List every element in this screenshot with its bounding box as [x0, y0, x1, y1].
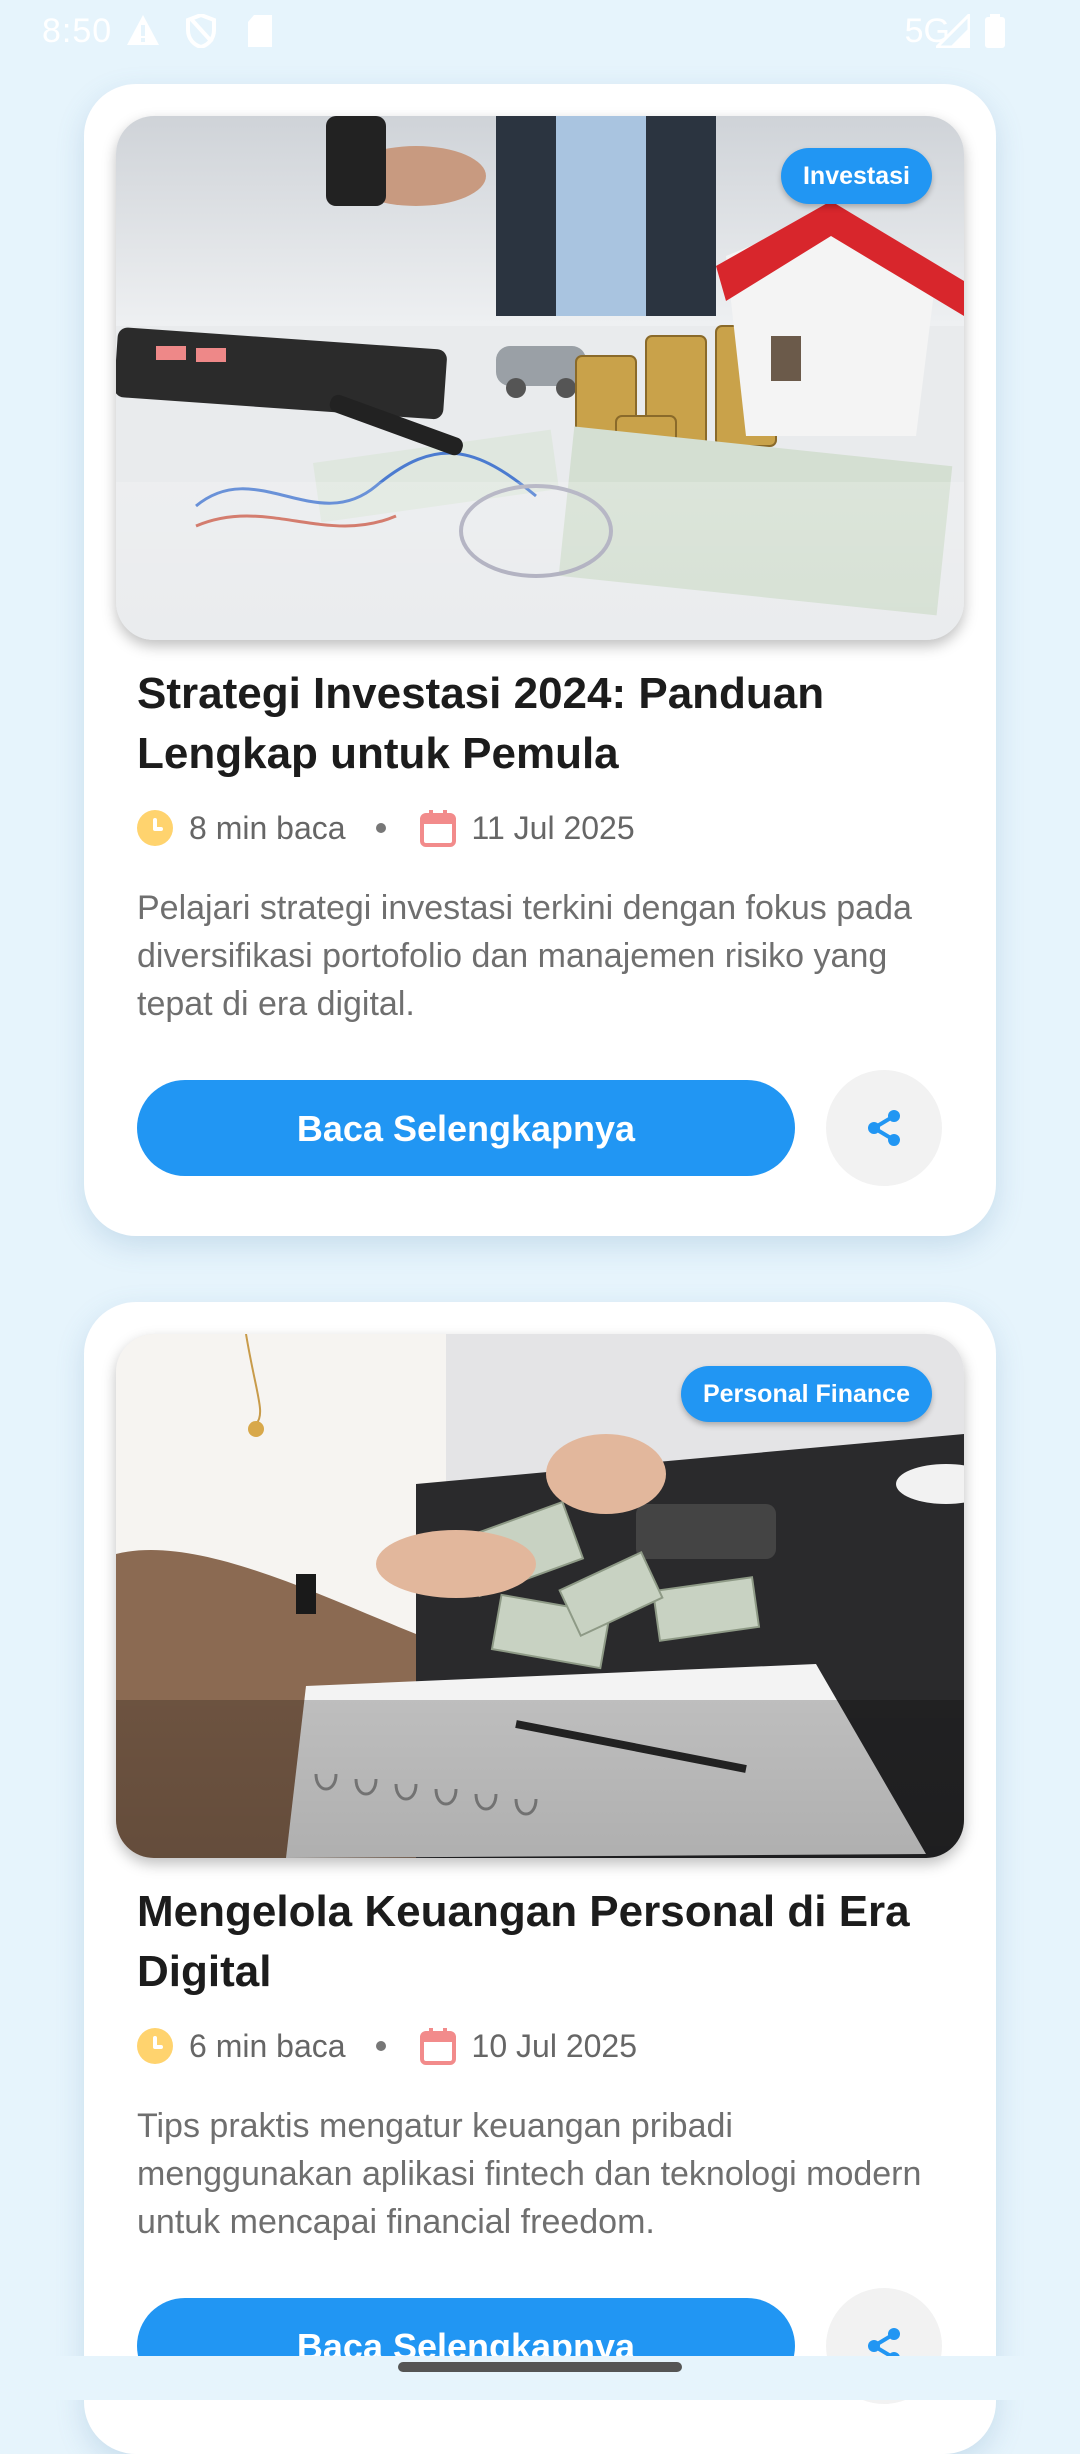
warning-icon — [126, 14, 160, 55]
read-time: 6 min baca — [189, 2027, 346, 2064]
category-badge: Personal Finance — [680, 1366, 932, 1422]
image-overlay — [116, 1700, 964, 1858]
share-icon — [868, 1110, 900, 1146]
separator-dot — [375, 2041, 386, 2051]
shield-icon — [186, 12, 216, 57]
publish-date: 11 Jul 2025 — [471, 809, 635, 846]
clock-icon — [137, 810, 173, 846]
category-badge: Investasi — [780, 148, 932, 204]
calendar-icon — [419, 810, 456, 847]
article-image: Personal Finance — [116, 1334, 964, 1858]
article-title[interactable]: Mengelola Keuangan Personal di Era Digit… — [137, 1882, 937, 2002]
share-button[interactable] — [826, 1070, 942, 1186]
article-image: Investasi — [116, 116, 964, 640]
signal-icon — [933, 11, 971, 57]
article-card[interactable]: Personal Finance Mengelola Keuangan Pers… — [84, 1302, 996, 2454]
calendar-icon — [419, 2028, 456, 2065]
article-excerpt: Tips praktis mengatur keuangan pribadi m… — [137, 2107, 922, 2241]
publish-date: 10 Jul 2025 — [471, 2027, 637, 2064]
read-time: 8 min baca — [189, 809, 346, 846]
separator-dot — [375, 823, 386, 833]
read-more-button[interactable]: Baca Selengkapnya — [137, 1080, 795, 1176]
battery-icon — [984, 14, 1006, 57]
status-bar: 8:50 5G — [0, 0, 1080, 62]
status-time: 8:50 — [42, 12, 113, 50]
article-title[interactable]: Strategi Investasi 2024: Panduan Lengkap… — [137, 664, 937, 784]
article-card[interactable]: Investasi Strategi Investasi 2024: Pandu… — [84, 84, 996, 1236]
article-meta: 6 min baca 10 Jul 2025 — [137, 2022, 637, 2070]
article-meta: 8 min baca 11 Jul 2025 — [137, 804, 635, 852]
clock-icon — [137, 2028, 173, 2064]
gesture-handle[interactable] — [398, 2362, 682, 2372]
image-overlay — [116, 482, 964, 640]
article-excerpt: Pelajari strategi investasi terkini deng… — [137, 889, 912, 1023]
sd-card-icon — [246, 14, 274, 57]
